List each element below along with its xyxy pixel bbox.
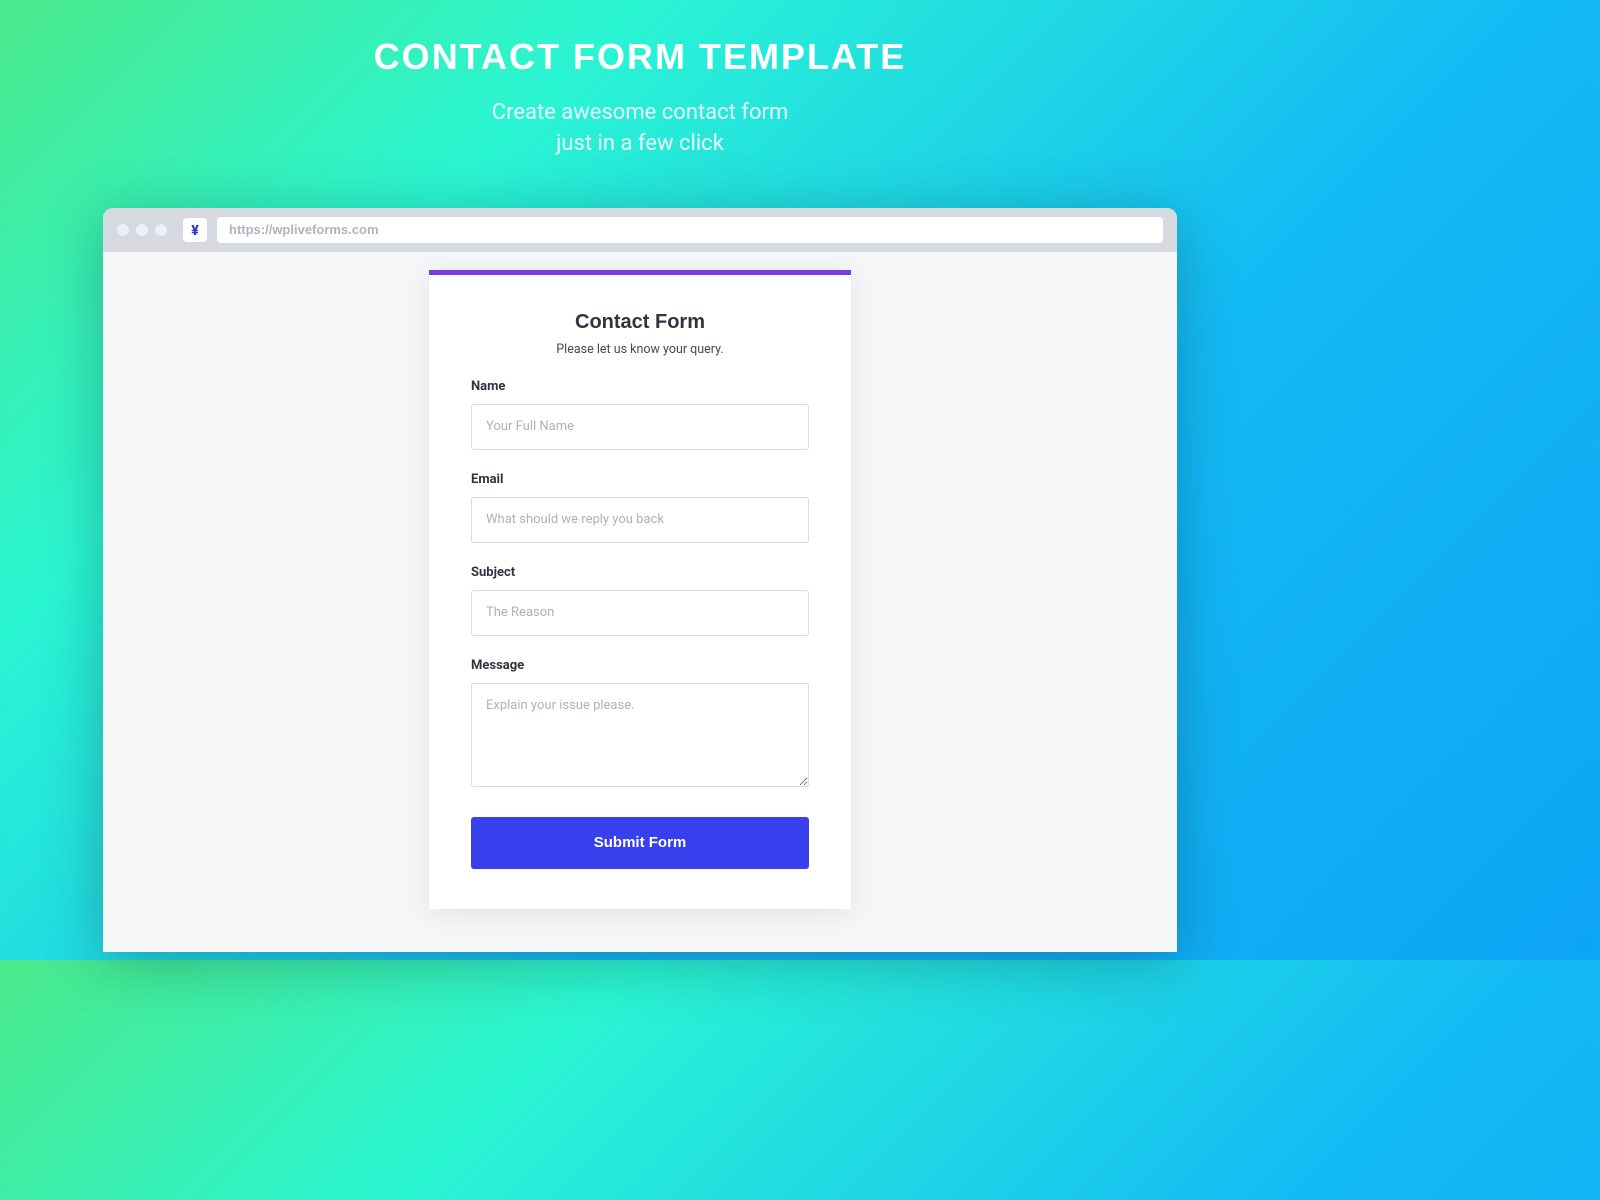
form-title: Contact Form (471, 311, 809, 334)
submit-button[interactable]: Submit Form (471, 817, 809, 869)
contact-form-card: Contact Form Please let us know your que… (429, 270, 851, 909)
form-subtitle: Please let us know your query. (471, 342, 809, 357)
field-email: Email (471, 472, 809, 543)
input-email[interactable] (471, 497, 809, 543)
browser-viewport: Contact Form Please let us know your que… (103, 252, 1177, 952)
field-message: Message (471, 658, 809, 791)
window-close-icon[interactable] (117, 224, 129, 236)
input-name[interactable] (471, 404, 809, 450)
browser-window: ¥ Contact Form Please let us know your q… (103, 208, 1177, 952)
window-maximize-icon[interactable] (155, 224, 167, 236)
label-name: Name (471, 379, 809, 394)
label-message: Message (471, 658, 809, 673)
favicon: ¥ (183, 218, 207, 242)
input-subject[interactable] (471, 590, 809, 636)
input-message[interactable] (471, 683, 809, 787)
hero-subtitle: Create awesome contact form just in a fe… (0, 98, 1280, 160)
hero: CONTACT FORM TEMPLATE Create awesome con… (0, 0, 1280, 160)
address-bar[interactable] (217, 217, 1163, 243)
window-controls (117, 224, 167, 236)
hero-subtitle-line2: just in a few click (556, 131, 724, 156)
hero-subtitle-line1: Create awesome contact form (492, 100, 789, 125)
hero-title: CONTACT FORM TEMPLATE (0, 36, 1280, 78)
label-email: Email (471, 472, 809, 487)
field-subject: Subject (471, 565, 809, 636)
chevron-down-double-icon: ¥ (191, 224, 199, 238)
label-subject: Subject (471, 565, 809, 580)
window-minimize-icon[interactable] (136, 224, 148, 236)
field-name: Name (471, 379, 809, 450)
browser-titlebar: ¥ (103, 208, 1177, 252)
